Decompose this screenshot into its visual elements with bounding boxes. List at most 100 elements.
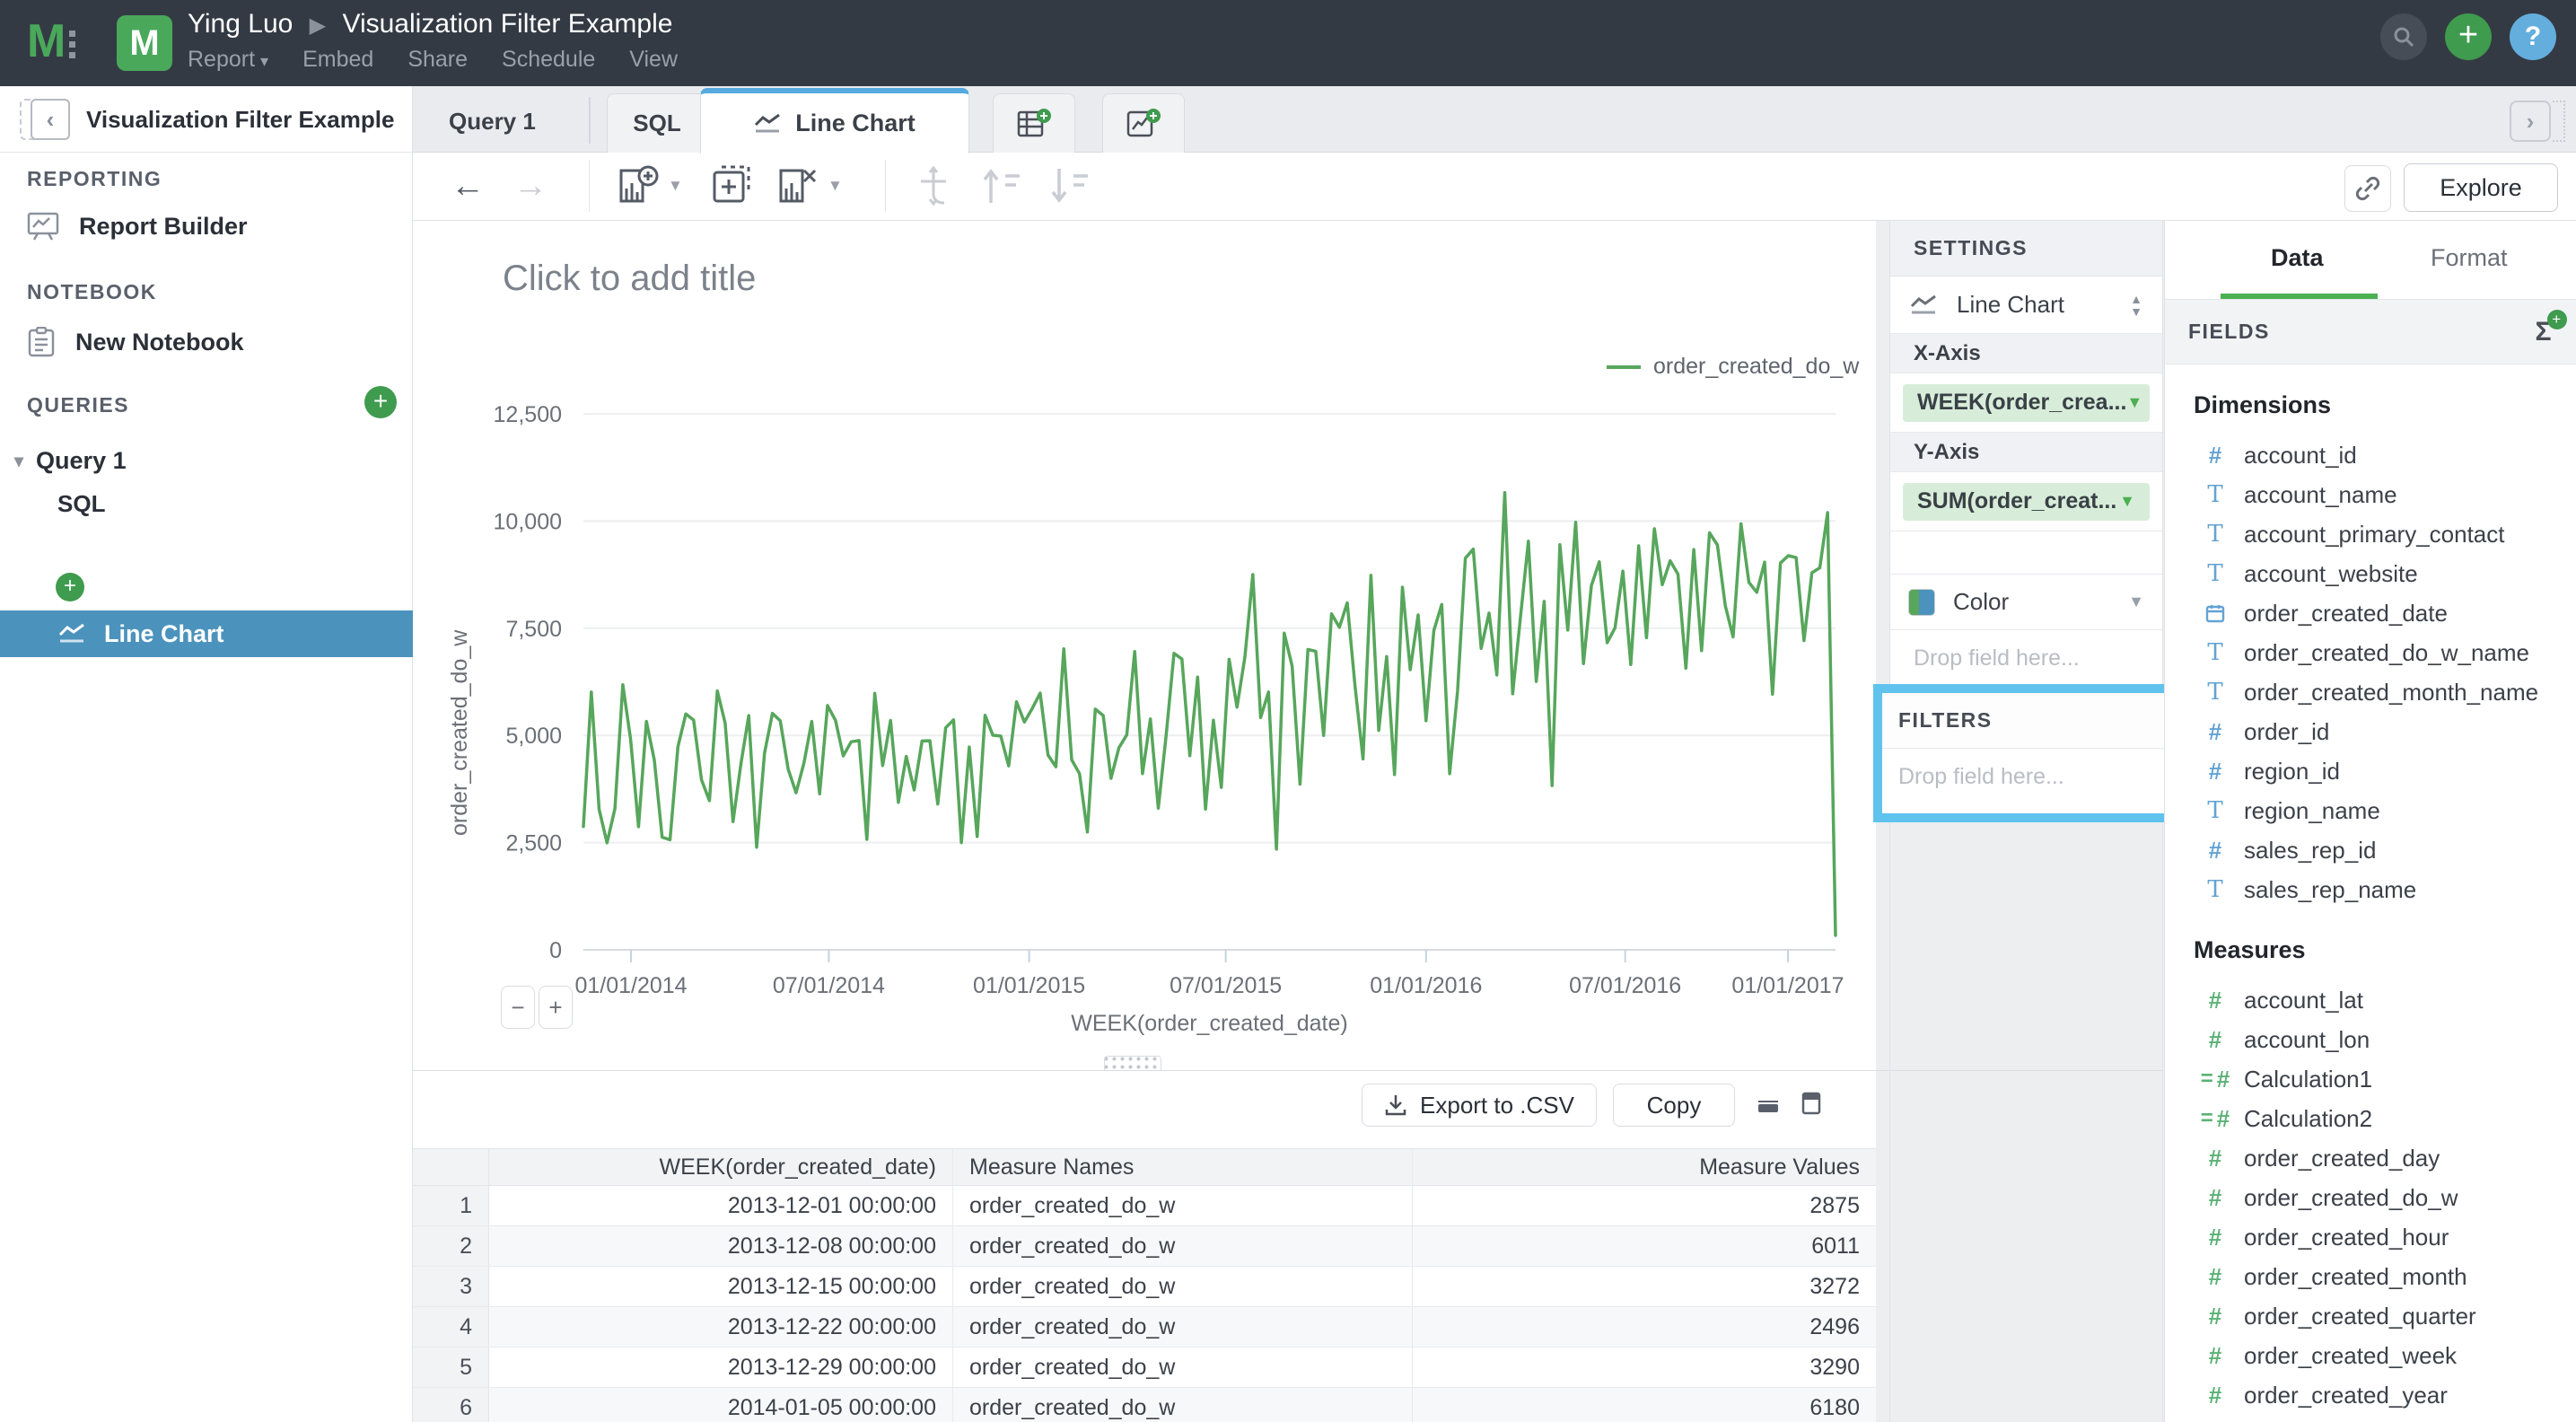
color-section-row[interactable]: Color ▼ [1890,575,2162,630]
field-item-order_created_day[interactable]: #order_created_day [2186,1138,2576,1178]
export-csv-button[interactable]: Export to .CSV [1362,1084,1597,1127]
field-item-account_lat[interactable]: #account_lat [2186,980,2576,1020]
copy-link-button[interactable] [2344,165,2391,212]
table-row[interactable]: 32013-12-15 00:00:00order_created_do_w32… [413,1267,1876,1307]
field-item-region_name[interactable]: Tregion_name [2186,791,2576,830]
sidebar-item-line-chart[interactable]: Line Chart [0,610,413,657]
menu-item-share[interactable]: Share [407,47,468,73]
tab-sql[interactable]: SQL [607,93,707,153]
field-item-sales_rep_name[interactable]: Tsales_rep_name [2186,870,2576,909]
field-item-account_website[interactable]: Taccount_website [2186,554,2576,593]
field-item-order_gloss_amt_usd[interactable]: #order_gloss_amt_usd [2186,1415,2576,1422]
field-item-order_id[interactable]: #order_id [2186,712,2576,751]
panel-expand-button[interactable]: › [2510,101,2551,142]
sidebar-item-sql[interactable]: SQL [57,490,105,518]
mode-logo-dots [69,31,75,58]
sidebar-item-new-notebook[interactable]: New Notebook [27,327,244,357]
copy-button[interactable]: Copy [1613,1084,1735,1127]
caret-down-icon[interactable]: ▼ [2126,393,2142,412]
field-item-region_id[interactable]: #region_id [2186,751,2576,791]
chart-title-placeholder[interactable]: Click to add title [503,259,756,299]
line-chart-plot[interactable]: 02,5005,0007,50010,00012,50001/01/201407… [413,386,1876,1050]
swap-axes-button-disabled[interactable] [912,165,955,206]
add-table-tab-button[interactable] [993,93,1075,153]
chart-type-selector[interactable]: Line Chart ▲▼ [1890,276,2162,334]
zoom-out-button[interactable]: − [501,986,535,1029]
column-header-measure-values[interactable]: Measure Values [1413,1149,1876,1185]
mode-logo-icon[interactable]: M [27,20,75,63]
field-item-account_lon[interactable]: #account_lon [2186,1020,2576,1059]
field-item-order_created_month[interactable]: #order_created_month [2186,1257,2576,1296]
redo-button[interactable]: → [513,165,548,206]
table-row[interactable]: 42013-12-22 00:00:00order_created_do_w24… [413,1307,1876,1347]
field-name: order_created_hour [2244,1224,2449,1251]
duplicate-chart-button[interactable] [711,165,754,206]
x-axis-field-pill[interactable]: WEEK(order_crea... ▼ [1903,384,2150,422]
sidebar-item-query1[interactable]: ▾ Query 1 [14,447,127,475]
table-row[interactable]: 12013-12-01 00:00:00order_created_do_w28… [413,1186,1876,1226]
caret-down-icon[interactable]: ▼ [2128,592,2144,611]
add-button[interactable]: + [2445,13,2492,60]
menu-item-report[interactable]: Report▾ [188,47,268,73]
caret-down-icon[interactable]: ▼ [2119,492,2135,511]
report-tile-icon[interactable]: M [117,15,172,71]
field-item-Calculation1[interactable]: =#Calculation1 [2186,1059,2576,1099]
y-axis-field-pill[interactable]: SUM(order_creat... ▼ [1903,483,2150,521]
x-axis-pill-label: WEEK(order_crea... [1917,390,2126,416]
breadcrumb-user[interactable]: Ying Luo [188,9,293,39]
explore-button[interactable]: Explore [2404,163,2558,212]
menu-item-view[interactable]: View [629,47,678,73]
field-item-account_id[interactable]: #account_id [2186,435,2576,475]
help-button[interactable]: ? [2510,13,2556,60]
search-button[interactable] [2380,13,2427,60]
table-row[interactable]: 22013-12-08 00:00:00order_created_do_w60… [413,1226,1876,1267]
color-drop-target[interactable]: Drop field here... [1890,630,2162,688]
menu-item-embed[interactable]: Embed [302,47,373,73]
collapse-caret-icon[interactable]: ▾ [14,450,23,472]
field-item-account_primary_contact[interactable]: Taccount_primary_contact [2186,514,2576,554]
field-item-order_created_date[interactable]: order_created_date [2186,593,2576,633]
zoom-in-button[interactable]: + [539,986,573,1029]
y-tick-label: 0 [549,938,562,963]
add-chart-dropdown-icon [618,165,661,206]
tab-line-chart[interactable]: Line Chart [700,88,969,154]
query-tab-group-label[interactable]: Query 1 [449,108,536,136]
tab-strip: Query 1 SQL Line Chart [413,86,2576,153]
field-item-order_created_year[interactable]: #order_created_year [2186,1375,2576,1415]
add-series-button[interactable]: ▼ [618,165,683,206]
column-header-week[interactable]: WEEK(order_created_date) [489,1149,953,1185]
add-calculation-button[interactable]: Σ + [2535,317,2553,347]
table-row[interactable]: 52013-12-29 00:00:00order_created_do_w32… [413,1347,1876,1388]
column-header-measure-names[interactable]: Measure Names [953,1149,1413,1185]
result-table-zone: Export to .CSV Copy WEEK(order_created_d… [413,1071,1876,1422]
sidebar-collapse-button[interactable]: ‹ [20,99,70,140]
field-item-order_created_week[interactable]: #order_created_week [2186,1336,2576,1375]
collapse-table-icon[interactable] [1756,1092,1781,1115]
number-field-icon: # [2186,442,2244,470]
undo-button[interactable]: ← [451,165,485,206]
y-tick-label: 12,500 [494,402,562,427]
field-item-order_created_month_name[interactable]: Torder_created_month_name [2186,672,2576,712]
sort-descending-button-disabled[interactable] [1047,165,1091,206]
add-query-button[interactable]: + [364,386,397,418]
expand-table-icon[interactable] [1801,1091,1822,1116]
add-chart-tab-button[interactable] [1102,93,1185,153]
breadcrumb-report[interactable]: Visualization Filter Example [342,9,672,39]
field-item-order_created_do_w_name[interactable]: Torder_created_do_w_name [2186,633,2576,672]
chart-legend[interactable]: order_created_do_w [1607,354,1859,380]
field-item-order_created_quarter[interactable]: #order_created_quarter [2186,1296,2576,1336]
field-item-sales_rep_id[interactable]: #sales_rep_id [2186,830,2576,870]
filters-drop-target[interactable]: Drop field here... [1882,749,2164,804]
field-item-order_created_hour[interactable]: #order_created_hour [2186,1217,2576,1257]
remove-chart-button[interactable]: ▼ [777,165,843,206]
field-item-account_name[interactable]: Taccount_name [2186,475,2576,514]
menu-item-schedule[interactable]: Schedule [502,47,595,73]
field-item-order_created_do_w[interactable]: #order_created_do_w [2186,1178,2576,1217]
sort-ascending-button-disabled[interactable] [978,165,1023,206]
table-row[interactable]: 62014-01-05 00:00:00order_created_do_w61… [413,1388,1876,1422]
tab-data[interactable]: Data [2271,244,2324,272]
field-item-Calculation2[interactable]: =#Calculation2 [2186,1099,2576,1138]
sidebar-item-report-builder[interactable]: Report Builder [27,212,248,241]
tab-format[interactable]: Format [2431,244,2508,272]
add-visualization-button[interactable]: + [56,573,84,601]
